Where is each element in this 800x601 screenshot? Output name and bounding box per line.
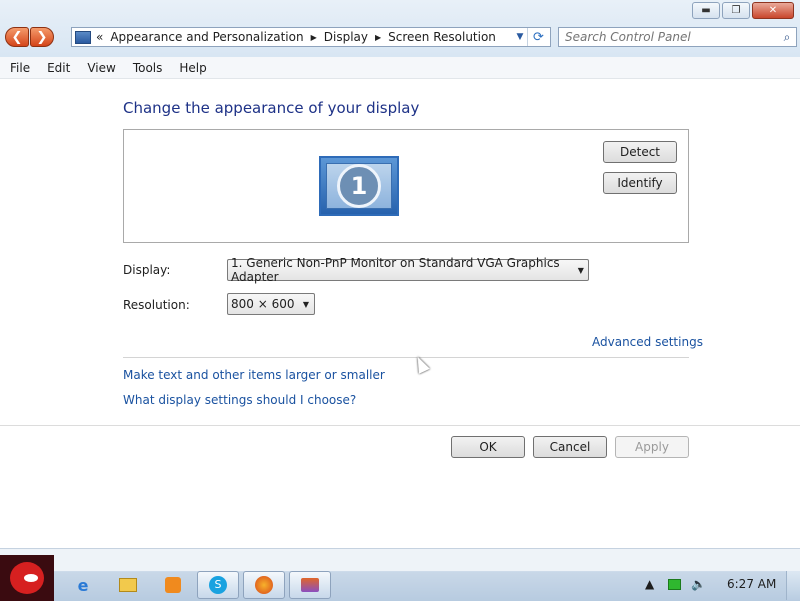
control-panel-icon [75,30,91,44]
start-button[interactable] [0,555,54,601]
network-tray-icon[interactable] [668,579,681,590]
resolution-select-value: 800 × 600 [231,297,295,311]
maximize-button[interactable]: ❐ [722,2,750,19]
main-content: Change the appearance of your display 1 … [0,79,800,547]
skype-icon[interactable]: S [197,571,239,599]
refresh-icon[interactable]: ⟳ [527,28,549,46]
display-help-link[interactable]: What display settings should I choose? [123,393,356,407]
footer-divider [0,425,800,426]
volume-muted-icon[interactable]: 🔈 [691,577,706,591]
identify-button[interactable]: Identify [603,172,677,194]
breadcrumb-screen-resolution[interactable]: Screen Resolution [388,30,496,44]
page-title: Change the appearance of your display [123,99,420,117]
monitor-1-icon[interactable]: 1 [319,156,399,216]
apply-button[interactable]: Apply [615,436,689,458]
close-button[interactable]: ✕ [752,2,794,19]
resolution-label: Resolution: [123,298,190,312]
monitor-number-badge: 1 [337,164,381,208]
resolution-select[interactable]: 800 × 600 ▼ [227,293,315,315]
chevron-down-icon: ▼ [302,299,310,309]
firefox-icon[interactable] [243,571,285,599]
navigation-buttons: ❮ ❯ [5,27,54,47]
display-label: Display: [123,263,171,277]
ok-button[interactable]: OK [451,436,525,458]
detect-button[interactable]: Detect [603,141,677,163]
menu-bar: File Edit View Tools Help [0,57,800,79]
menu-help[interactable]: Help [169,61,213,75]
search-icon[interactable]: ⌕ [778,30,796,45]
breadcrumb-appearance[interactable]: Appearance and Personalization [110,30,303,44]
breadcrumb-arrow-icon[interactable]: ▶ [311,33,317,42]
display-select[interactable]: 1. Generic Non-PnP Monitor on Standard V… [227,256,589,284]
text-size-link[interactable]: Make text and other items larger or smal… [123,368,385,382]
monitor-preview-area: 1 Detect Identify [123,129,689,243]
cancel-button[interactable]: Cancel [533,436,607,458]
address-bar[interactable]: « Appearance and Personalization ▶ Displ… [71,27,551,47]
media-player-icon[interactable] [152,571,194,599]
window-controls: ▬ ❐ ✕ [692,2,794,19]
file-explorer-icon[interactable] [107,571,149,599]
search-input[interactable] [559,29,778,45]
forward-button[interactable]: ❯ [30,27,54,47]
address-dropdown-icon[interactable]: ▼ [512,32,528,42]
breadcrumb-display[interactable]: Display [324,30,368,44]
chevron-down-icon: ▼ [577,265,584,275]
menu-edit[interactable]: Edit [37,61,77,75]
back-button[interactable]: ❮ [5,27,29,47]
breadcrumb-overflow[interactable]: « [96,30,103,44]
tray-expand-icon[interactable]: ▲ [645,577,654,591]
display-settings-icon[interactable] [289,571,331,599]
angry-bird-icon [10,562,44,594]
menu-tools[interactable]: Tools [123,61,170,75]
search-box[interactable]: ⌕ [558,27,797,47]
display-select-value: 1. Generic Non-PnP Monitor on Standard V… [231,256,560,284]
show-desktop-button[interactable] [786,571,800,600]
window-chrome: ▬ ❐ ✕ ❮ ❯ « Appearance and Personalizati… [0,0,800,58]
minimize-button[interactable]: ▬ [692,2,720,19]
section-divider [123,357,689,358]
internet-explorer-icon[interactable]: e [62,571,104,599]
advanced-settings-link[interactable]: Advanced settings [592,335,703,349]
menu-file[interactable]: File [0,61,37,75]
clock[interactable]: 6:27 AM [727,577,776,591]
menu-view[interactable]: View [77,61,122,75]
breadcrumb-arrow-icon[interactable]: ▶ [375,33,381,42]
